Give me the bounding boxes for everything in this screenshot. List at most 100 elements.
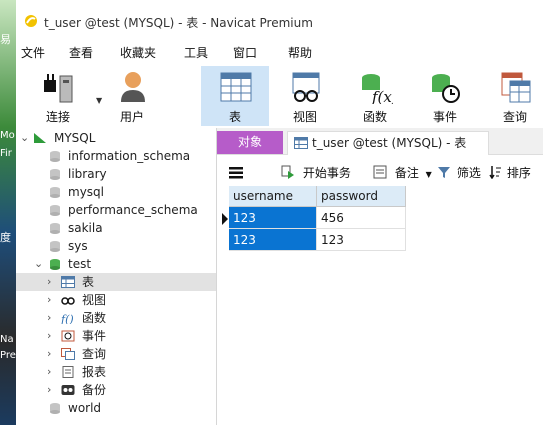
current-row-icon bbox=[222, 213, 228, 225]
menu-tools[interactable]: 工具 bbox=[184, 44, 208, 61]
mysql-connection-icon bbox=[34, 133, 46, 143]
tree-label: world bbox=[68, 401, 102, 415]
tree-label: 视图 bbox=[82, 293, 107, 307]
tree-db-world[interactable]: world bbox=[16, 399, 216, 417]
database-icon bbox=[50, 169, 60, 180]
navicat-window: t_user @test (MYSQL) - 表 - Navicat Premi… bbox=[16, 0, 543, 425]
content-area: 对象 t_user @test (MYSQL) - 表 开始事务 备注 ▼ 筛选 bbox=[217, 128, 543, 425]
filter-icon bbox=[438, 167, 450, 178]
tree-node-events[interactable]: › 事件 bbox=[16, 327, 216, 345]
main-toolbar: 连接 ▼ 用户 表 视图 f(x 函数 事件 查询 bbox=[16, 62, 543, 129]
svg-text:f(x): f(x) bbox=[371, 88, 393, 104]
tree-label: MYSQL bbox=[54, 131, 96, 145]
table-cell[interactable]: 123 bbox=[229, 229, 317, 251]
tree-db-performance-schema[interactable]: performance_schema bbox=[16, 201, 216, 219]
chevron-down-icon[interactable]: ⌄ bbox=[34, 255, 43, 273]
user-button[interactable]: 用户 bbox=[98, 66, 166, 126]
memo-button[interactable]: 备注 ▼ bbox=[373, 161, 432, 185]
function-icon: f() bbox=[61, 313, 74, 324]
tab-table-data[interactable]: t_user @test (MYSQL) - 表 bbox=[287, 131, 489, 155]
user-icon bbox=[121, 72, 145, 102]
table-icon bbox=[61, 276, 75, 288]
event-button[interactable]: 事件 bbox=[411, 66, 479, 126]
tree-connection-mysql[interactable]: ⌄ MYSQL bbox=[16, 129, 216, 147]
transaction-icon bbox=[281, 165, 294, 179]
tree-node-tables[interactable]: › 表 bbox=[16, 273, 216, 291]
filter-button[interactable]: 筛选 bbox=[437, 161, 481, 185]
event-icon bbox=[61, 330, 75, 342]
desktop-text: Fir bbox=[0, 148, 12, 159]
tree-db-mysql[interactable]: mysql bbox=[16, 183, 216, 201]
tree-db-library[interactable]: library bbox=[16, 165, 216, 183]
view-icon bbox=[61, 297, 75, 305]
chevron-right-icon[interactable]: › bbox=[47, 381, 51, 399]
tree-node-reports[interactable]: › 报表 bbox=[16, 363, 216, 381]
desktop-text: Na bbox=[0, 334, 14, 345]
database-icon bbox=[50, 403, 60, 414]
function-button[interactable]: f(x) 函数 bbox=[341, 66, 409, 126]
tree-label: 函数 bbox=[82, 311, 107, 325]
tree-db-sakila[interactable]: sakila bbox=[16, 219, 216, 237]
sort-button[interactable]: 排序 bbox=[489, 161, 531, 185]
desktop-text: 易 bbox=[0, 33, 11, 46]
function-icon: f(x) bbox=[362, 74, 393, 104]
connect-label: 连接 bbox=[45, 110, 70, 124]
begin-transaction-button[interactable]: 开始事务 bbox=[281, 161, 351, 185]
column-header-password[interactable]: password bbox=[317, 186, 406, 207]
menu-file[interactable]: 文件 bbox=[21, 44, 45, 61]
tree-db-information-schema[interactable]: information_schema bbox=[16, 147, 216, 165]
table-cell[interactable]: 123 bbox=[317, 229, 406, 251]
connect-button[interactable]: 连接 ▼ bbox=[24, 66, 102, 126]
chevron-right-icon[interactable]: › bbox=[47, 309, 51, 327]
chevron-right-icon[interactable]: › bbox=[47, 273, 51, 291]
sort-label: 排序 bbox=[506, 166, 531, 180]
tree-db-test[interactable]: ⌄ test bbox=[16, 255, 216, 273]
event-icon bbox=[432, 74, 460, 103]
view-button[interactable]: 视图 bbox=[271, 66, 339, 126]
begin-transaction-label: 开始事务 bbox=[302, 166, 351, 180]
chevron-right-icon[interactable]: › bbox=[47, 291, 51, 309]
memo-icon bbox=[373, 165, 387, 179]
database-icon bbox=[50, 187, 60, 198]
desktop-background: 易 Mo Fir 度 Na Pre bbox=[0, 0, 16, 425]
menu-bar: 文件 查看 收藏夹 工具 窗口 帮助 bbox=[16, 44, 543, 62]
view-label: 视图 bbox=[292, 110, 317, 124]
tree-label: 报表 bbox=[82, 365, 107, 379]
tree-label: 查询 bbox=[82, 347, 107, 361]
table-button[interactable]: 表 bbox=[201, 66, 269, 126]
chevron-right-icon[interactable]: › bbox=[47, 327, 51, 345]
chevron-down-icon[interactable]: ⌄ bbox=[20, 129, 29, 147]
view-icon bbox=[292, 72, 320, 102]
tree-node-backups[interactable]: › 备份 bbox=[16, 381, 216, 399]
data-toolbar: 开始事务 备注 ▼ 筛选 排序 bbox=[217, 161, 543, 185]
tab-bar: 对象 t_user @test (MYSQL) - 表 bbox=[217, 128, 543, 155]
backup-icon bbox=[61, 385, 75, 395]
column-header-username[interactable]: username bbox=[229, 186, 317, 207]
menu-help[interactable]: 帮助 bbox=[288, 44, 312, 61]
tree-label: library bbox=[68, 167, 107, 181]
database-icon bbox=[50, 223, 60, 234]
query-button[interactable]: 查询 bbox=[481, 66, 543, 126]
tree-node-views[interactable]: › 视图 bbox=[16, 291, 216, 309]
tree-node-queries[interactable]: › 查询 bbox=[16, 345, 216, 363]
navicat-logo-icon bbox=[25, 15, 37, 27]
tree-label: sys bbox=[68, 239, 88, 253]
tree-label: 表 bbox=[82, 275, 95, 289]
table-cell[interactable]: 123 bbox=[229, 207, 317, 229]
tree-db-sys[interactable]: sys bbox=[16, 237, 216, 255]
table-cell[interactable]: 456 bbox=[317, 207, 406, 229]
tree-node-functions[interactable]: › f() 函数 bbox=[16, 309, 216, 327]
menu-icon[interactable] bbox=[229, 161, 247, 185]
table-icon bbox=[220, 72, 252, 102]
chevron-down-icon[interactable]: ▼ bbox=[426, 170, 432, 179]
title-bar[interactable]: t_user @test (MYSQL) - 表 - Navicat Premi… bbox=[16, 0, 543, 44]
chevron-right-icon[interactable]: › bbox=[47, 363, 51, 381]
menu-favorites[interactable]: 收藏夹 bbox=[120, 44, 156, 61]
desktop-text: Pre bbox=[0, 350, 16, 361]
menu-view[interactable]: 查看 bbox=[69, 44, 93, 61]
desktop-text: 度 bbox=[0, 231, 11, 244]
tab-objects[interactable]: 对象 bbox=[217, 131, 283, 154]
chevron-right-icon[interactable]: › bbox=[47, 345, 51, 363]
database-icon bbox=[50, 241, 60, 252]
menu-window[interactable]: 窗口 bbox=[233, 44, 257, 61]
